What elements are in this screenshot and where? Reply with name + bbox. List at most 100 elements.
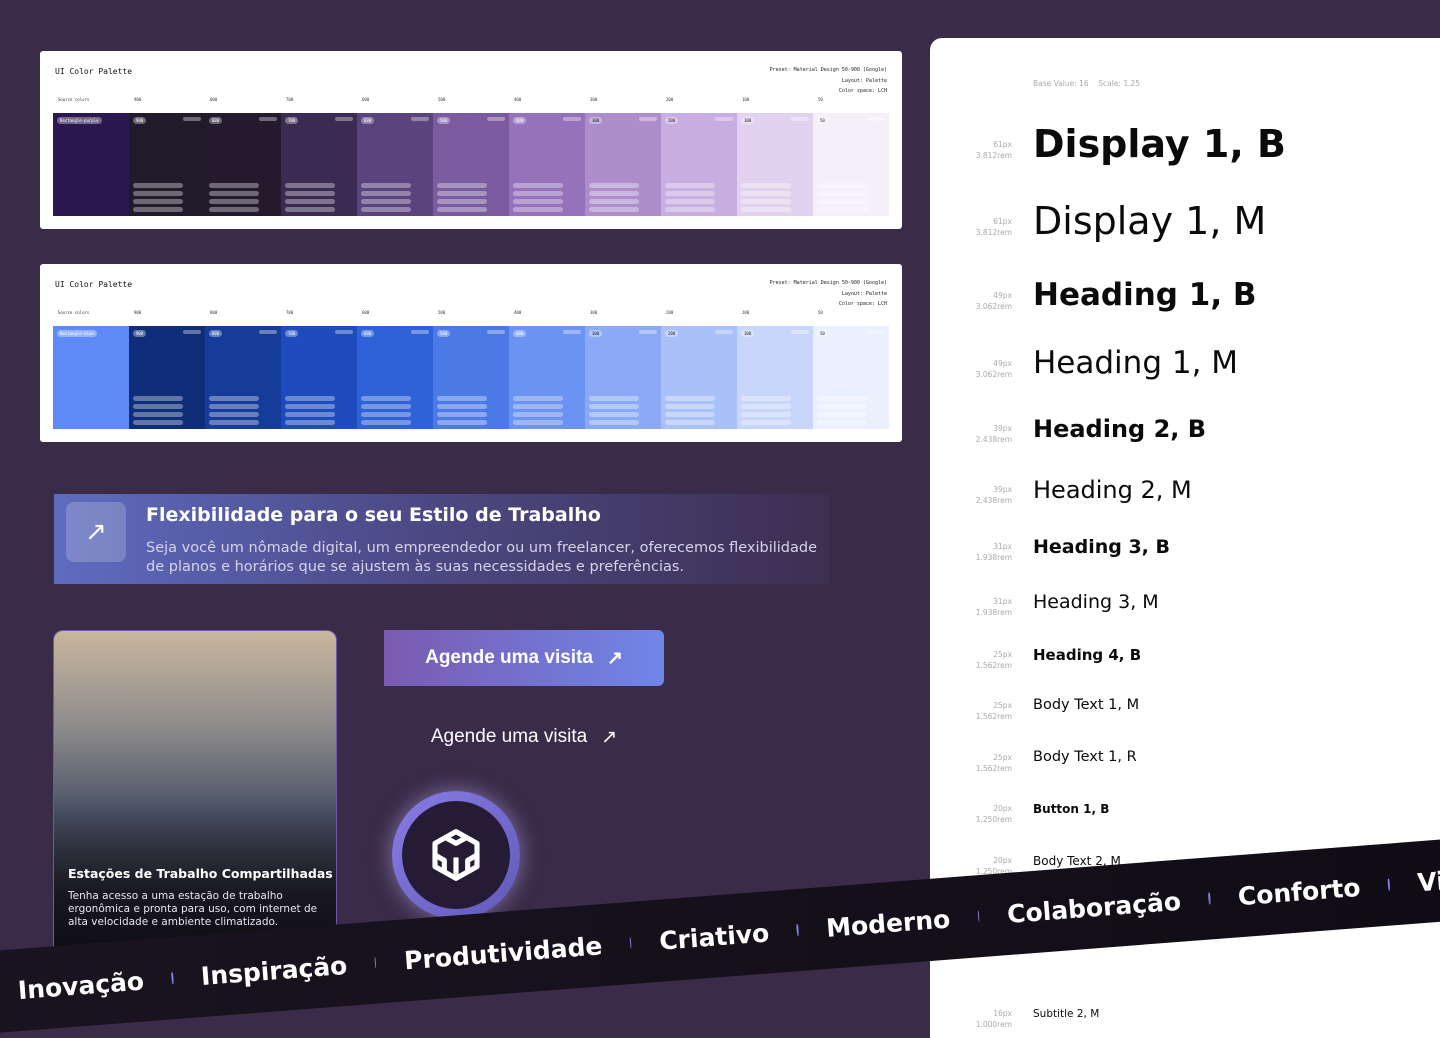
color-space: Color space: LCH — [838, 88, 887, 94]
swatch-step: 700 — [285, 117, 299, 124]
swatch-step: 900 — [133, 117, 147, 124]
type-sample: Subtitle 2, M — [1033, 1007, 1100, 1020]
column-label: Source colors — [58, 97, 90, 102]
type-sample: Heading 4, B — [1033, 646, 1142, 664]
size-px: 49px — [993, 291, 1012, 300]
type-sample: Heading 3, B — [1033, 535, 1170, 558]
type-sample: Body Text 1, R — [1033, 749, 1137, 766]
schedule-visit-text-button[interactable]: Agende uma visita ↗ — [384, 712, 664, 762]
dot-separator-icon — [629, 936, 632, 950]
ribbon-keyword: Moderno — [825, 903, 952, 943]
color-palette-card: UI Color Palette Preset: Material Design… — [40, 264, 902, 442]
palette-title: UI Color Palette — [55, 67, 133, 76]
size-rem: 3.812rem — [975, 228, 1012, 237]
color-swatch: 100 — [737, 113, 813, 216]
arrow-up-right-icon: ↗ — [66, 502, 126, 562]
button-label: Agende uma visita — [425, 647, 593, 668]
size-px: 16px — [993, 1009, 1012, 1018]
size-px: 61px — [993, 217, 1012, 226]
swatch-name: Rectangle-blue — [57, 330, 97, 337]
swatch-step: 300 — [589, 330, 603, 337]
type-sample: Body Text 1, M — [1033, 697, 1140, 714]
swatch-step: 800 — [209, 330, 223, 337]
column-label: 600 — [362, 310, 370, 315]
swatch-step: 50 — [817, 330, 828, 337]
color-swatch: 800 — [205, 113, 281, 216]
swatch-step: 50 — [817, 117, 828, 124]
size-rem: 1.938rem — [975, 608, 1012, 617]
column-label: 100 — [742, 310, 750, 315]
cube-icon — [432, 829, 480, 881]
column-label: Source colors — [58, 310, 90, 315]
size-px: 20px — [993, 804, 1012, 813]
size-px: 20px — [993, 856, 1012, 865]
card-text: Tenha acesso a uma estação de trabalho e… — [68, 890, 318, 928]
ribbon-keyword: Inspiração — [199, 950, 349, 991]
codesandbox-logo-button[interactable] — [392, 791, 520, 919]
swatch-step: 900 — [133, 330, 147, 337]
type-sample: Heading 1, M — [1033, 345, 1239, 382]
column-label: 700 — [286, 97, 294, 102]
size-px: 25px — [993, 753, 1012, 762]
dot-separator-icon — [374, 956, 377, 969]
size-px: 49px — [993, 359, 1012, 368]
card-title: Estações de Trabalho Compartilhadas — [68, 866, 333, 881]
size-rem: 3.062rem — [975, 370, 1012, 379]
swatch-step: 200 — [665, 117, 679, 124]
column-label: 500 — [438, 97, 446, 102]
color-swatch: 50 — [813, 326, 889, 429]
color-swatch: 200 — [661, 113, 737, 216]
swatch-step: 600 — [361, 330, 375, 337]
swatch-step: 100 — [741, 117, 755, 124]
workstation-card[interactable]: Estações de Trabalho Compartilhadas Tenh… — [53, 630, 337, 960]
dot-separator-icon — [1387, 878, 1391, 891]
swatch-step: 200 — [665, 330, 679, 337]
ribbon-keyword: Criativo — [658, 917, 771, 956]
size-rem: 2.438rem — [975, 496, 1012, 505]
column-label: 800 — [210, 97, 218, 102]
color-swatch: 400 — [509, 326, 585, 429]
type-sample: Display 1, B — [1033, 122, 1286, 167]
color-swatch: 500 — [433, 113, 509, 216]
column-label: 600 — [362, 97, 370, 102]
palette-title: UI Color Palette — [55, 280, 133, 289]
color-swatch: 50 — [813, 113, 889, 216]
swatch-step: 500 — [437, 117, 451, 124]
color-swatch: 200 — [661, 326, 737, 429]
preset: Preset: Material Design 50-900 (Google) — [769, 67, 887, 73]
color-swatch: 600 — [357, 326, 433, 429]
color-swatch: 900 — [129, 326, 205, 429]
size-px: 25px — [993, 650, 1012, 659]
swatch-step: 700 — [285, 330, 299, 337]
swatch-step: 300 — [589, 117, 603, 124]
swatch-step: 400 — [513, 330, 527, 337]
source-swatch: Rectangle-blue — [53, 326, 129, 429]
swatch-step: 500 — [437, 330, 451, 337]
column-label: 500 — [438, 310, 446, 315]
color-swatch: 100 — [737, 326, 813, 429]
dot-separator-icon — [796, 924, 799, 937]
column-label: 200 — [666, 97, 674, 102]
dot-separator-icon — [977, 910, 980, 923]
schedule-visit-primary-button[interactable]: Agende uma visita ↗ — [384, 630, 664, 686]
type-sample: Heading 2, M — [1033, 475, 1192, 504]
swatch-step: 400 — [513, 117, 527, 124]
column-label: 100 — [742, 97, 750, 102]
color-swatch: 500 — [433, 326, 509, 429]
type-sample: Button 1, B — [1033, 801, 1110, 816]
arrow-up-right-icon: ↗ — [601, 726, 618, 748]
column-label: 300 — [590, 310, 598, 315]
swatch-step: 100 — [741, 330, 755, 337]
column-label: 800 — [210, 310, 218, 315]
size-px: 31px — [993, 542, 1012, 551]
banner-title: Flexibilidade para o seu Estilo de Traba… — [146, 504, 601, 526]
column-label: 50 — [818, 310, 823, 315]
column-label: 900 — [134, 310, 142, 315]
size-rem: 3.812rem — [975, 151, 1012, 160]
size-rem: 1.562rem — [975, 764, 1012, 773]
size-rem: 2.438rem — [975, 435, 1012, 444]
type-sample: Display 1, M — [1033, 199, 1267, 244]
button-label: Agende uma visita — [430, 726, 588, 747]
column-label: 700 — [286, 310, 294, 315]
type-sample: Heading 1, B — [1033, 277, 1257, 314]
